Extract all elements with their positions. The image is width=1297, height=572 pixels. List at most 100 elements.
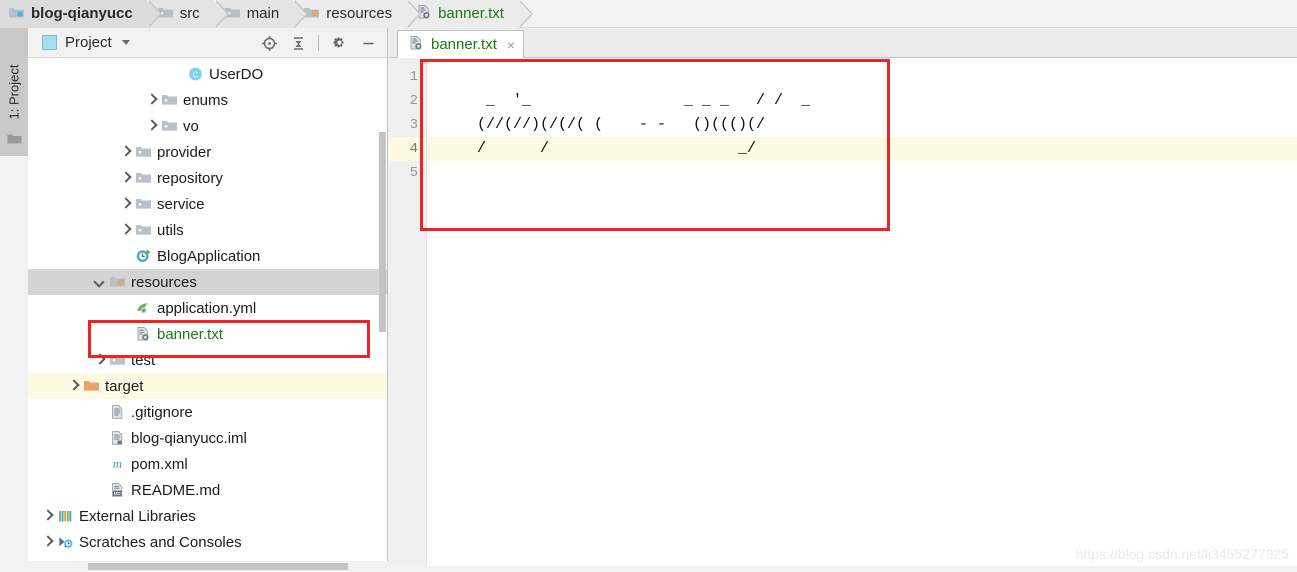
close-icon[interactable]: × — [507, 37, 515, 53]
tree-row[interactable]: m pom.xml — [28, 451, 387, 477]
chevron-right-icon[interactable] — [144, 118, 160, 134]
line-number[interactable]: 1 — [389, 65, 426, 89]
project-panel-title: Project — [65, 34, 112, 51]
tree-row-label: application.yml — [157, 299, 257, 317]
chevron-right-icon[interactable] — [144, 92, 160, 108]
breadcrumb-label: resources — [326, 5, 393, 22]
chevron-right-icon[interactable] — [92, 352, 108, 368]
tree-row-label: .gitignore — [131, 403, 193, 421]
tree-row[interactable]: provider — [28, 139, 387, 165]
tree-row-label: test — [131, 351, 156, 369]
code-line[interactable] — [427, 65, 1297, 89]
tree-row[interactable]: test — [28, 347, 387, 373]
chevron-right-icon[interactable] — [118, 196, 134, 212]
code-line[interactable]: (//(//)(/(/( ( - - ()((()(/ — [427, 113, 1297, 137]
breadcrumb-item-file[interactable]: banner.txt — [408, 0, 533, 28]
project-tree[interactable]: C UserDO enums vo provider repository service u… — [28, 58, 387, 571]
breadcrumb-label: src — [179, 5, 200, 22]
breadcrumb-item-resources[interactable]: resources — [295, 0, 421, 28]
minimize-icon[interactable] — [355, 30, 381, 56]
tree-row[interactable]: service — [28, 191, 387, 217]
line-number[interactable]: 3 — [389, 113, 426, 137]
svg-text:C: C — [192, 70, 198, 79]
chevron-right-icon[interactable] — [40, 534, 56, 550]
yaml-spring-icon — [134, 299, 152, 317]
tree-row[interactable]: MD README.md — [28, 477, 387, 503]
tree-row[interactable]: blog-qianyucc.iml — [28, 425, 387, 451]
tree-row[interactable]: .gitignore — [28, 399, 387, 425]
tree-row-label: pom.xml — [131, 455, 188, 473]
txt-file-icon — [408, 35, 424, 55]
tree-row-label: Scratches and Consoles — [79, 533, 242, 551]
line-number[interactable]: 4 — [389, 137, 426, 161]
tree-row[interactable]: Scratches and Consoles — [28, 529, 387, 555]
folder-icon — [134, 221, 152, 239]
tree-row[interactable]: target — [28, 373, 387, 399]
collapse-all-icon[interactable] — [285, 30, 311, 56]
code-line[interactable] — [427, 161, 1297, 185]
line-number[interactable]: 5 — [389, 161, 426, 185]
code-line[interactable]: _ '_ _ _ _ / / _ — [427, 89, 1297, 113]
tree-row[interactable]: BlogApplication — [28, 243, 387, 269]
line-number[interactable]: 2 — [389, 89, 426, 113]
txt-file-icon — [134, 325, 152, 343]
chevron-right-icon[interactable] — [66, 378, 82, 394]
chevron-right-icon[interactable] — [118, 222, 134, 238]
project-panel-title-group[interactable]: Project — [42, 34, 130, 51]
editor-body: 12345 _ '_ _ _ _ / / _ (//(//)(/(/( ( - … — [389, 58, 1297, 571]
tree-row[interactable]: enums — [28, 87, 387, 113]
tree-row[interactable]: C UserDO — [28, 61, 387, 87]
folder-icon — [108, 351, 126, 369]
locate-icon[interactable] — [256, 30, 282, 56]
svg-text:m: m — [112, 456, 121, 471]
tree-horizontal-scrollbar-thumb[interactable] — [88, 563, 348, 570]
tree-row[interactable]: utils — [28, 217, 387, 243]
editor-tab-banner[interactable]: banner.txt × — [397, 30, 525, 58]
module-folder-icon — [8, 5, 25, 23]
tree-vertical-scrollbar[interactable] — [379, 132, 386, 332]
editor-gutter[interactable]: 12345 — [389, 58, 427, 571]
maven-icon: m — [108, 455, 126, 473]
folder-icon — [134, 143, 152, 161]
tree-horizontal-scrollbar-track[interactable] — [28, 561, 388, 572]
tree-row[interactable]: External Libraries — [28, 503, 387, 529]
tree-row[interactable]: application.yml — [28, 295, 387, 321]
tree-row-label: blog-qianyucc.iml — [131, 429, 247, 447]
tree-arrow-placeholder — [118, 326, 134, 342]
tree-row[interactable]: vo — [28, 113, 387, 139]
tree-row-label: target — [105, 377, 144, 395]
iml-file-icon — [108, 429, 126, 447]
editor-area: banner.txt × 12345 _ '_ _ _ _ / / _ (//(… — [389, 28, 1297, 572]
java-class-icon: C — [186, 65, 204, 83]
editor-code-area[interactable]: _ '_ _ _ _ / / _ (//(//)(/(/( ( - - ()((… — [427, 58, 1297, 571]
breadcrumb-item-module[interactable]: blog-qianyucc — [0, 0, 162, 28]
chevron-right-icon[interactable] — [118, 144, 134, 160]
chevron-down-icon[interactable] — [92, 274, 108, 290]
tree-row[interactable]: resources — [28, 269, 387, 295]
chevron-right-icon[interactable] — [118, 170, 134, 186]
chevron-right-icon[interactable] — [40, 508, 56, 524]
breadcrumb-label: banner.txt — [438, 5, 504, 22]
tree-row-label: vo — [183, 117, 199, 135]
tree-arrow-placeholder — [118, 248, 134, 264]
tree-row[interactable]: repository — [28, 165, 387, 191]
idea-window: blog-qianyucc src main resources banner.… — [0, 0, 1297, 572]
code-line[interactable]: / / _/ — [427, 137, 1297, 161]
tree-row-label: provider — [157, 143, 212, 161]
tree-arrow-placeholder — [118, 300, 134, 316]
tree-row[interactable]: banner.txt — [28, 321, 387, 347]
libraries-icon — [56, 507, 74, 525]
gear-icon[interactable] — [326, 30, 352, 56]
folder-icon — [134, 195, 152, 213]
chevron-down-icon[interactable] — [121, 40, 130, 45]
